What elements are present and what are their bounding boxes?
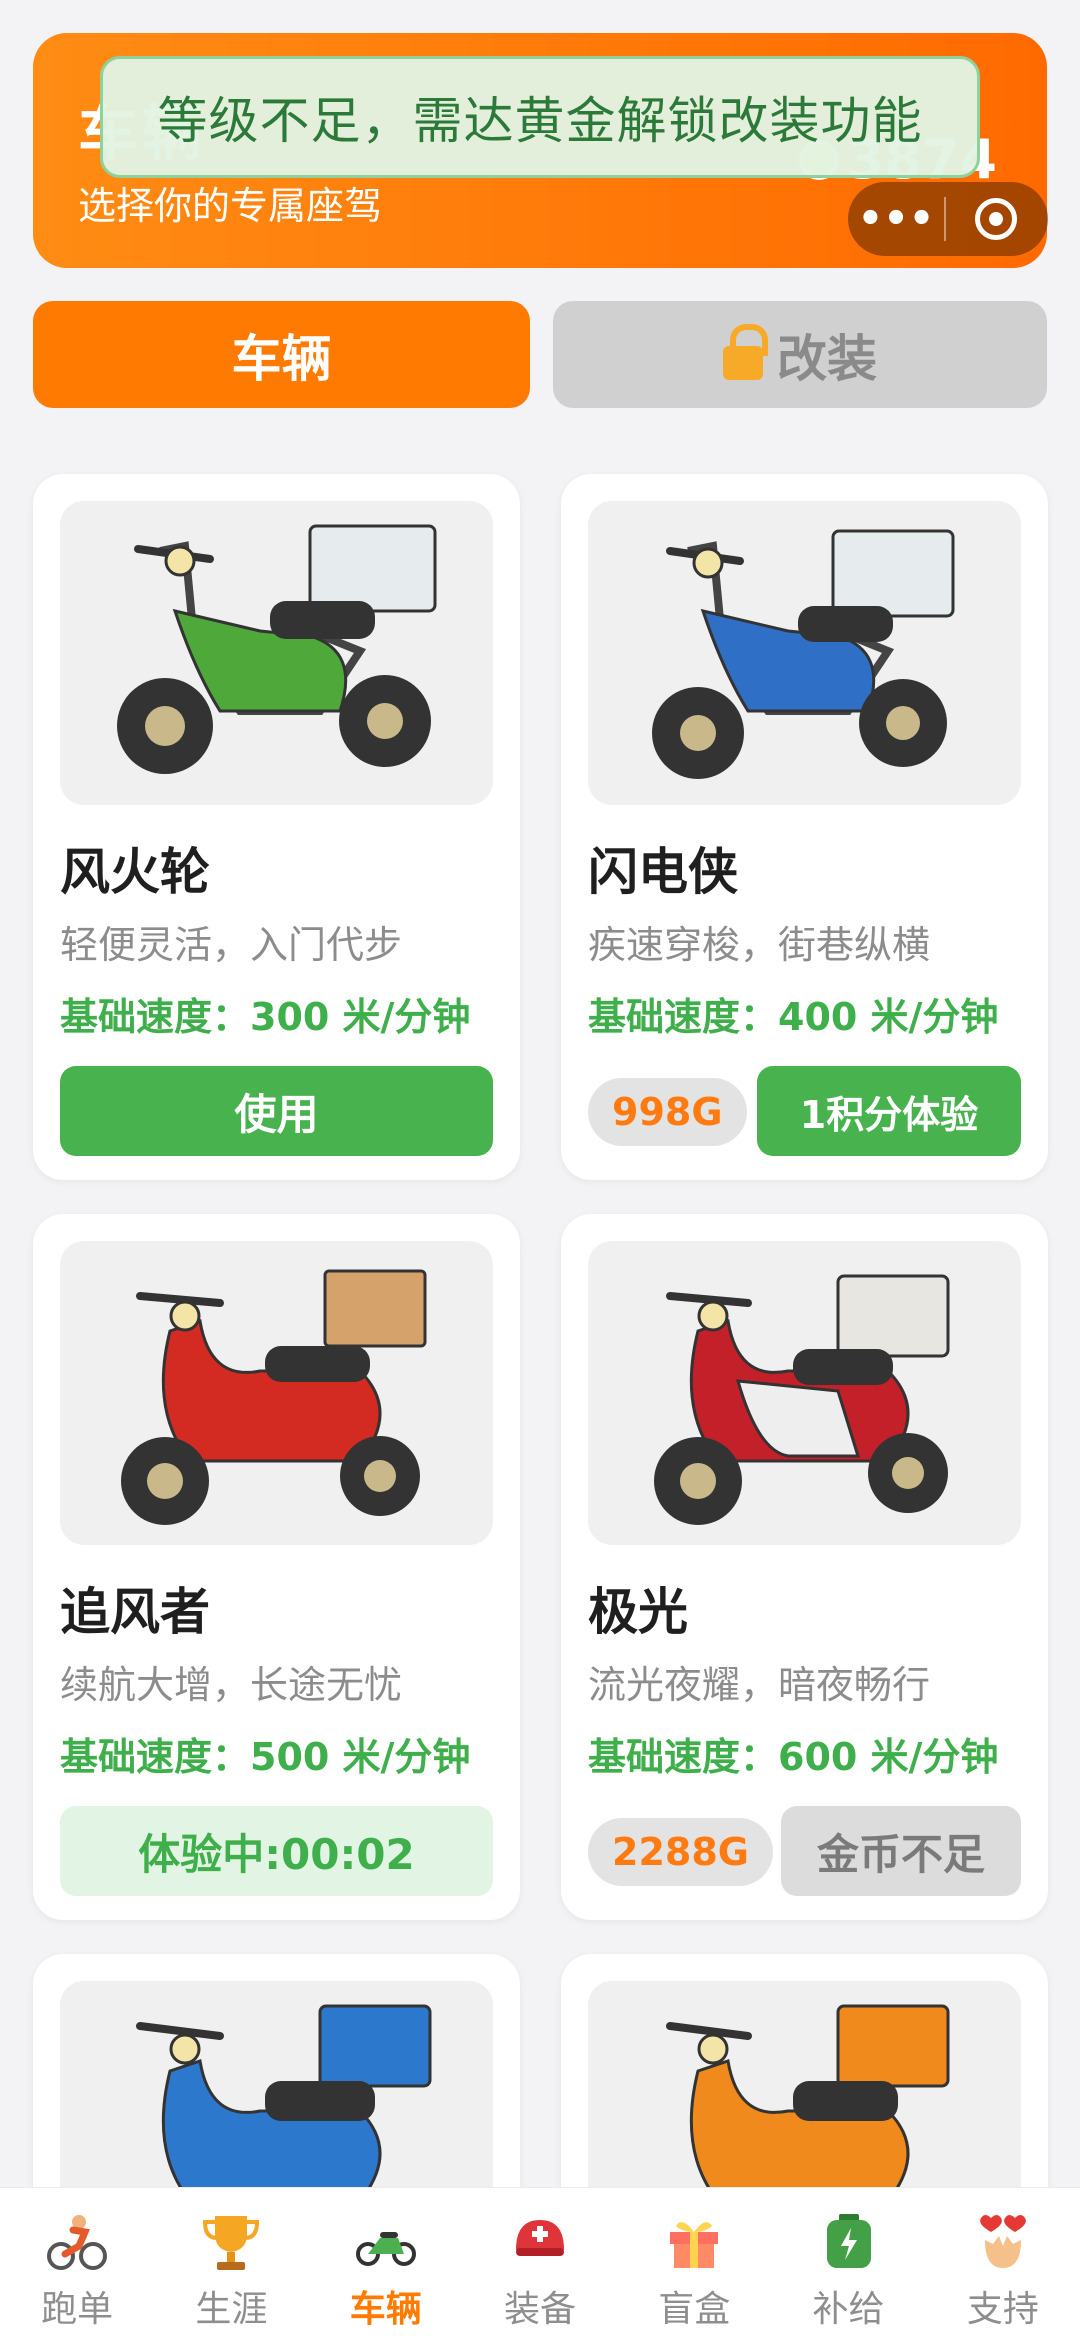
- vehicle-desc: 续航大增，长途无忧: [60, 1663, 403, 1707]
- insufficient-coins-button[interactable]: 金币不足: [781, 1806, 1021, 1896]
- vehicle-name: 极光: [588, 1583, 688, 1641]
- gift-icon: [662, 2210, 726, 2274]
- vehicle-card: 风火轮 轻便灵活，入门代步 基础速度：300 米/分钟 使用: [33, 474, 520, 1180]
- nav-item-support[interactable]: 支持: [926, 2188, 1080, 2341]
- nav-label: 车辆: [349, 2289, 422, 2330]
- tab-vehicle-label: 车辆: [231, 329, 332, 388]
- target-icon: [975, 198, 1017, 240]
- vehicle-card: 极光 流光夜耀，暗夜畅行 基础速度：600 米/分钟 2288G 金币不足: [561, 1214, 1048, 1920]
- nav-label: 盲盒: [658, 2289, 731, 2330]
- toast-message: 等级不足，需达黄金解锁改装功能: [100, 56, 980, 178]
- vehicle-card: 闪电侠 疾速穿梭，街巷纵横 基础速度：400 米/分钟 998G 1积分体验: [561, 474, 1048, 1180]
- vehicle-speed: 基础速度：600 米/分钟: [588, 1735, 999, 1779]
- price-badge: 2288G: [588, 1818, 773, 1886]
- nav-label: 补给: [812, 2289, 885, 2330]
- more-options-icon[interactable]: •••: [848, 182, 944, 256]
- vehicle-desc: 轻便灵活，入门代步: [60, 923, 403, 967]
- tab-modification-label: 改装: [777, 329, 877, 388]
- trial-button[interactable]: 1积分体验: [757, 1066, 1021, 1156]
- vehicle-image: [588, 501, 1021, 805]
- vehicle-card: 追风者 续航大增，长途无忧 基础速度：500 米/分钟 体验中:00:02: [33, 1214, 520, 1920]
- vehicle-name: 追风者: [60, 1583, 210, 1641]
- vehicle-image: [60, 501, 493, 805]
- helmet-icon: [508, 2210, 572, 2274]
- vehicle-image: [60, 1241, 493, 1545]
- vehicle-name: 风火轮: [60, 843, 210, 901]
- nav-item-career[interactable]: 生涯: [154, 2188, 308, 2341]
- battery-pack-icon: [817, 2210, 881, 2274]
- vehicle-image: [588, 1241, 1021, 1545]
- nav-item-vehicles[interactable]: 车辆: [309, 2188, 463, 2341]
- miniprogram-capsule: •••: [848, 182, 1048, 256]
- vehicle-speed: 基础速度：400 米/分钟: [588, 995, 999, 1039]
- lock-icon: [723, 323, 768, 380]
- motorbike-icon: [354, 2210, 418, 2274]
- use-button[interactable]: 使用: [60, 1066, 493, 1156]
- nav-item-blind-box[interactable]: 盲盒: [617, 2188, 771, 2341]
- tab-vehicle[interactable]: 车辆: [33, 301, 530, 408]
- bottom-nav: 跑单 生涯 车辆 装备 盲盒 补给 支持: [0, 2187, 1080, 2341]
- nav-label: 跑单: [41, 2289, 114, 2330]
- nav-label: 生涯: [195, 2289, 268, 2330]
- rider-icon: [45, 2210, 109, 2274]
- vehicle-speed: 基础速度：300 米/分钟: [60, 995, 471, 1039]
- hands-icon: [971, 2210, 1035, 2274]
- tab-modification[interactable]: 改装: [553, 301, 1047, 408]
- nav-label: 支持: [966, 2289, 1039, 2330]
- trophy-icon: [199, 2210, 263, 2274]
- vehicle-speed: 基础速度：500 米/分钟: [60, 1735, 471, 1779]
- price-badge: 998G: [588, 1078, 747, 1146]
- page-subtitle: 选择你的专属座驾: [78, 184, 383, 228]
- vehicle-name: 闪电侠: [588, 843, 738, 901]
- vehicle-desc: 流光夜耀，暗夜畅行: [588, 1663, 931, 1707]
- nav-label: 装备: [503, 2289, 576, 2330]
- close-miniprogram-button[interactable]: [946, 198, 1046, 240]
- vehicle-desc: 疾速穿梭，街巷纵横: [588, 923, 931, 967]
- nav-item-run-orders[interactable]: 跑单: [0, 2188, 154, 2341]
- nav-item-supply[interactable]: 补给: [771, 2188, 925, 2341]
- trial-countdown-button[interactable]: 体验中:00:02: [60, 1806, 493, 1896]
- nav-item-equipment[interactable]: 装备: [463, 2188, 617, 2341]
